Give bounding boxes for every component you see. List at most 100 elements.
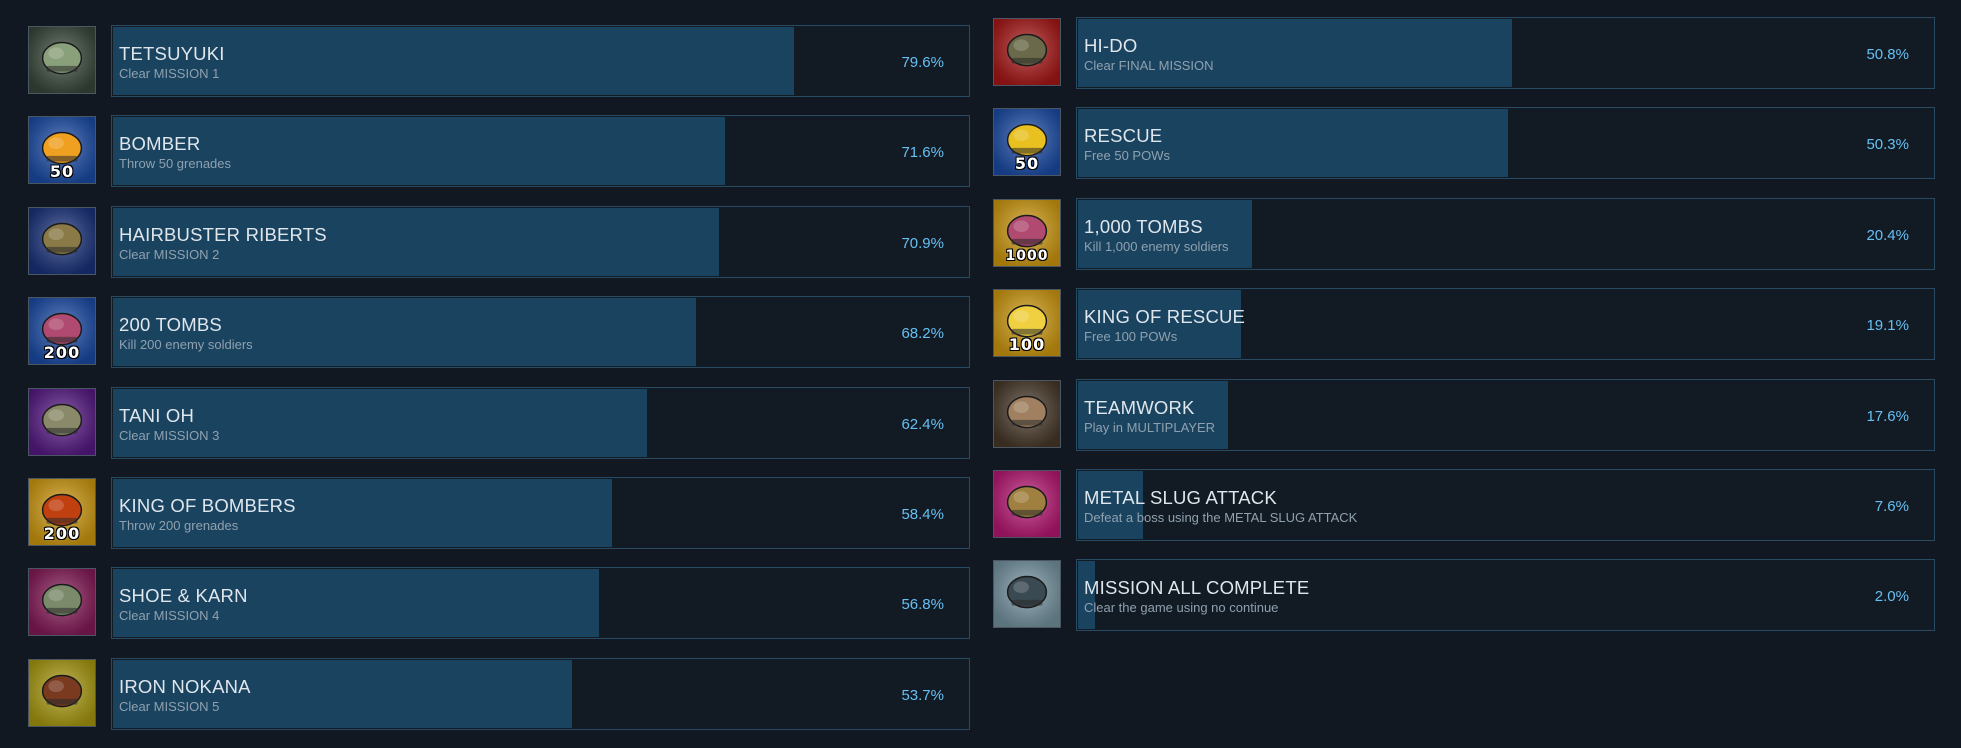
achievement-progress-bar: HI-DO Clear FINAL MISSION 50.8%: [1076, 17, 1935, 89]
achievement-unlock-percent: 20.4%: [1866, 226, 1909, 244]
achievement-description: Defeat a boss using the METAL SLUG ATTAC…: [1084, 509, 1358, 525]
achievement-description: Throw 50 grenades: [119, 156, 232, 172]
achievement-row: 1000 1,000 TOMBS Kill 1,000 enemy soldiers…: [993, 197, 1935, 270]
achievement-progress-bar: RESCUE Free 50 POWs 50.3%: [1076, 107, 1935, 180]
achievement-name: IRON NOKANA: [119, 675, 251, 697]
achievement-progress-bar: 1,000 TOMBS Kill 1,000 enemy soldiers 20.4…: [1076, 197, 1935, 270]
achievement-row: 50 BOMBER Throw 50 grenades 71.6%: [28, 115, 970, 188]
icon-badge-number: 50: [1014, 154, 1040, 174]
achievement-name: HI-DO: [1084, 35, 1138, 56]
achievement-unlock-percent: 70.9%: [901, 234, 944, 252]
achievement-progress-bar: 200 TOMBS Kill 200 enemy soldiers 68.2%: [111, 296, 970, 369]
achievement-row: SHOE & KARN Clear MISSION 4 56.8%: [28, 567, 970, 640]
achievement-description: Kill 1,000 enemy soldiers: [1084, 238, 1229, 254]
shoe-and-karn-icon: [28, 568, 96, 637]
hairbuster-riberts-icon: [28, 206, 96, 275]
achievement-unlock-percent: 62.4%: [901, 415, 944, 433]
achievement-name: KING OF BOMBERS: [119, 494, 296, 516]
achievement-unlock-percent: 79.6%: [901, 54, 944, 71]
achievement-description: Clear FINAL MISSION: [1084, 58, 1214, 73]
tani-oh-icon: [28, 387, 96, 456]
achievement-unlock-percent: 58.4%: [901, 505, 944, 523]
achievement-progress-bar: SHOE & KARN Clear MISSION 4 56.8%: [111, 567, 970, 640]
achievement-unlock-percent: 50.3%: [1866, 136, 1909, 154]
achievement-progress-bar: KING OF BOMBERS Throw 200 grenades 58.4%: [111, 476, 970, 549]
achievement-description: Clear MISSION 5: [119, 698, 220, 714]
achievement-name: TETSUYUKI: [119, 43, 225, 64]
achievement-progress-bar: TANI OH Clear MISSION 3 62.4%: [111, 386, 970, 459]
achievement-row: METAL SLUG ATTACK Defeat a boss using the…: [993, 468, 1935, 541]
achievement-description: Free 50 POWs: [1084, 148, 1170, 164]
achievement-row: MISSION ALL COMPLETE Clear the game using…: [993, 559, 1935, 632]
achievement-progress-bar: KING OF RESCUE Free 100 POWs 19.1%: [1076, 288, 1935, 361]
achievement-progress-bar: IRON NOKANA Clear MISSION 5 53.7%: [111, 657, 970, 730]
achievement-description: Clear the game using no continue: [1084, 600, 1279, 616]
achievement-progress-bar: MISSION ALL COMPLETE Clear the game using…: [1076, 559, 1935, 632]
achievement-unlock-percent: 2.0%: [1874, 588, 1909, 606]
iron-nokana-icon: [28, 658, 96, 727]
achievement-description: Clear MISSION 1: [119, 66, 220, 81]
achievement-name: SHOE & KARN: [119, 585, 248, 607]
achievement-unlock-percent: 68.2%: [901, 325, 944, 343]
tombs-200-icon: 200: [28, 297, 96, 366]
achievement-progress-bar: METAL SLUG ATTACK Defeat a boss using the…: [1076, 468, 1935, 541]
achievements-column-left: TETSUYUKI Clear MISSION 1 79.6% 50 BOMBER Thr…: [28, 25, 970, 748]
achievement-name: MISSION ALL COMPLETE: [1084, 577, 1310, 599]
mission-all-complete-icon: [993, 560, 1061, 629]
icon-badge-number: 50: [49, 162, 75, 182]
achievement-progress-fill: [1078, 19, 1513, 87]
tombs-1000-icon: 1000: [993, 198, 1061, 267]
achievement-unlock-percent: 50.8%: [1866, 46, 1909, 63]
rescue-50-icon: 50: [993, 108, 1061, 177]
achievement-name: HAIRBUSTER RIBERTS: [119, 223, 327, 245]
achievement-name: RESCUE: [1084, 125, 1163, 147]
king-of-rescue-icon: 100: [993, 289, 1061, 358]
achievements-column-right: HI-DO Clear FINAL MISSION 50.8% 50 RESCUE Fre…: [993, 17, 1935, 650]
achievement-unlock-percent: 56.8%: [901, 596, 944, 614]
achievement-description: Clear MISSION 2: [119, 246, 220, 262]
achievement-row: TANI OH Clear MISSION 3 62.4%: [28, 386, 970, 459]
bomber-50-icon: 50: [28, 116, 96, 185]
icon-badge-number: 100: [1008, 335, 1046, 355]
achievement-row: HAIRBUSTER RIBERTS Clear MISSION 2 70.9%: [28, 205, 970, 278]
achievement-name: 1,000 TOMBS: [1084, 215, 1203, 237]
teamwork-icon: [993, 379, 1061, 448]
achievement-name: 200 TOMBS: [119, 314, 222, 336]
achievement-name: METAL SLUG ATTACK: [1084, 486, 1277, 508]
achievement-progress-bar: TETSUYUKI Clear MISSION 1 79.6%: [111, 25, 970, 97]
achievement-description: Kill 200 enemy soldiers: [119, 337, 253, 353]
achievement-row: 100 KING OF RESCUE Free 100 POWs 19.1%: [993, 288, 1935, 361]
tetsuyuki-icon: [28, 26, 96, 94]
achievement-row: 50 RESCUE Free 50 POWs 50.3%: [993, 107, 1935, 180]
hi-do-icon: [993, 18, 1061, 86]
achievement-name: KING OF RESCUE: [1084, 306, 1246, 328]
king-of-bombers-icon: 200: [28, 477, 96, 546]
icon-badge-number: 200: [43, 343, 81, 363]
achievement-unlock-percent: 19.1%: [1866, 317, 1909, 335]
achievement-row: TETSUYUKI Clear MISSION 1 79.6%: [28, 25, 970, 97]
achievement-progress-fill: [113, 117, 726, 186]
achievement-description: Clear MISSION 3: [119, 427, 220, 443]
achievement-description: Clear MISSION 4: [119, 608, 220, 624]
achievement-progress-bar: HAIRBUSTER RIBERTS Clear MISSION 2 70.9%: [111, 205, 970, 278]
achievement-unlock-percent: 17.6%: [1866, 407, 1909, 425]
metal-slug-attack-icon: [993, 469, 1061, 538]
achievement-row: HI-DO Clear FINAL MISSION 50.8%: [993, 17, 1935, 89]
achievement-unlock-percent: 7.6%: [1874, 497, 1909, 515]
achievement-description: Play in MULTIPLAYER: [1084, 419, 1216, 435]
achievement-name: TEAMWORK: [1084, 396, 1195, 418]
achievement-row: IRON NOKANA Clear MISSION 5 53.7%: [28, 657, 970, 730]
icon-badge-number: 200: [43, 523, 81, 543]
achievement-name: TANI OH: [119, 404, 195, 426]
achievement-unlock-percent: 53.7%: [901, 686, 944, 704]
achievement-row: 200 200 TOMBS Kill 200 enemy soldiers 68.2%: [28, 296, 970, 369]
achievement-name: BOMBER: [119, 133, 201, 155]
achievement-row: TEAMWORK Play in MULTIPLAYER 17.6%: [993, 378, 1935, 451]
achievement-description: Throw 200 grenades: [119, 517, 239, 533]
achievement-progress-bar: BOMBER Throw 50 grenades 71.6%: [111, 115, 970, 188]
achievement-description: Free 100 POWs: [1084, 329, 1178, 345]
achievement-row: 200 KING OF BOMBERS Throw 200 grenades 58.4…: [28, 476, 970, 549]
icon-badge-number: 1000: [1005, 247, 1049, 264]
achievement-unlock-percent: 71.6%: [901, 144, 944, 162]
achievement-progress-bar: TEAMWORK Play in MULTIPLAYER 17.6%: [1076, 378, 1935, 451]
